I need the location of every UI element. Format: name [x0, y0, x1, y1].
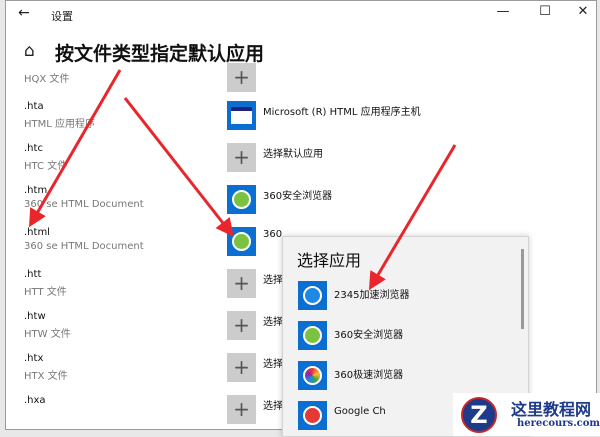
watermark-title: 这里教程网	[511, 400, 592, 419]
annotation-arrows	[28, 69, 457, 291]
arrow	[123, 97, 234, 237]
watermark: Z 这里教程网 herecours.com	[453, 393, 600, 436]
arrow	[368, 144, 457, 291]
watermark-logo-icon: Z	[461, 397, 497, 433]
arrow	[28, 69, 122, 228]
watermark-url: herecours.com	[517, 418, 600, 429]
